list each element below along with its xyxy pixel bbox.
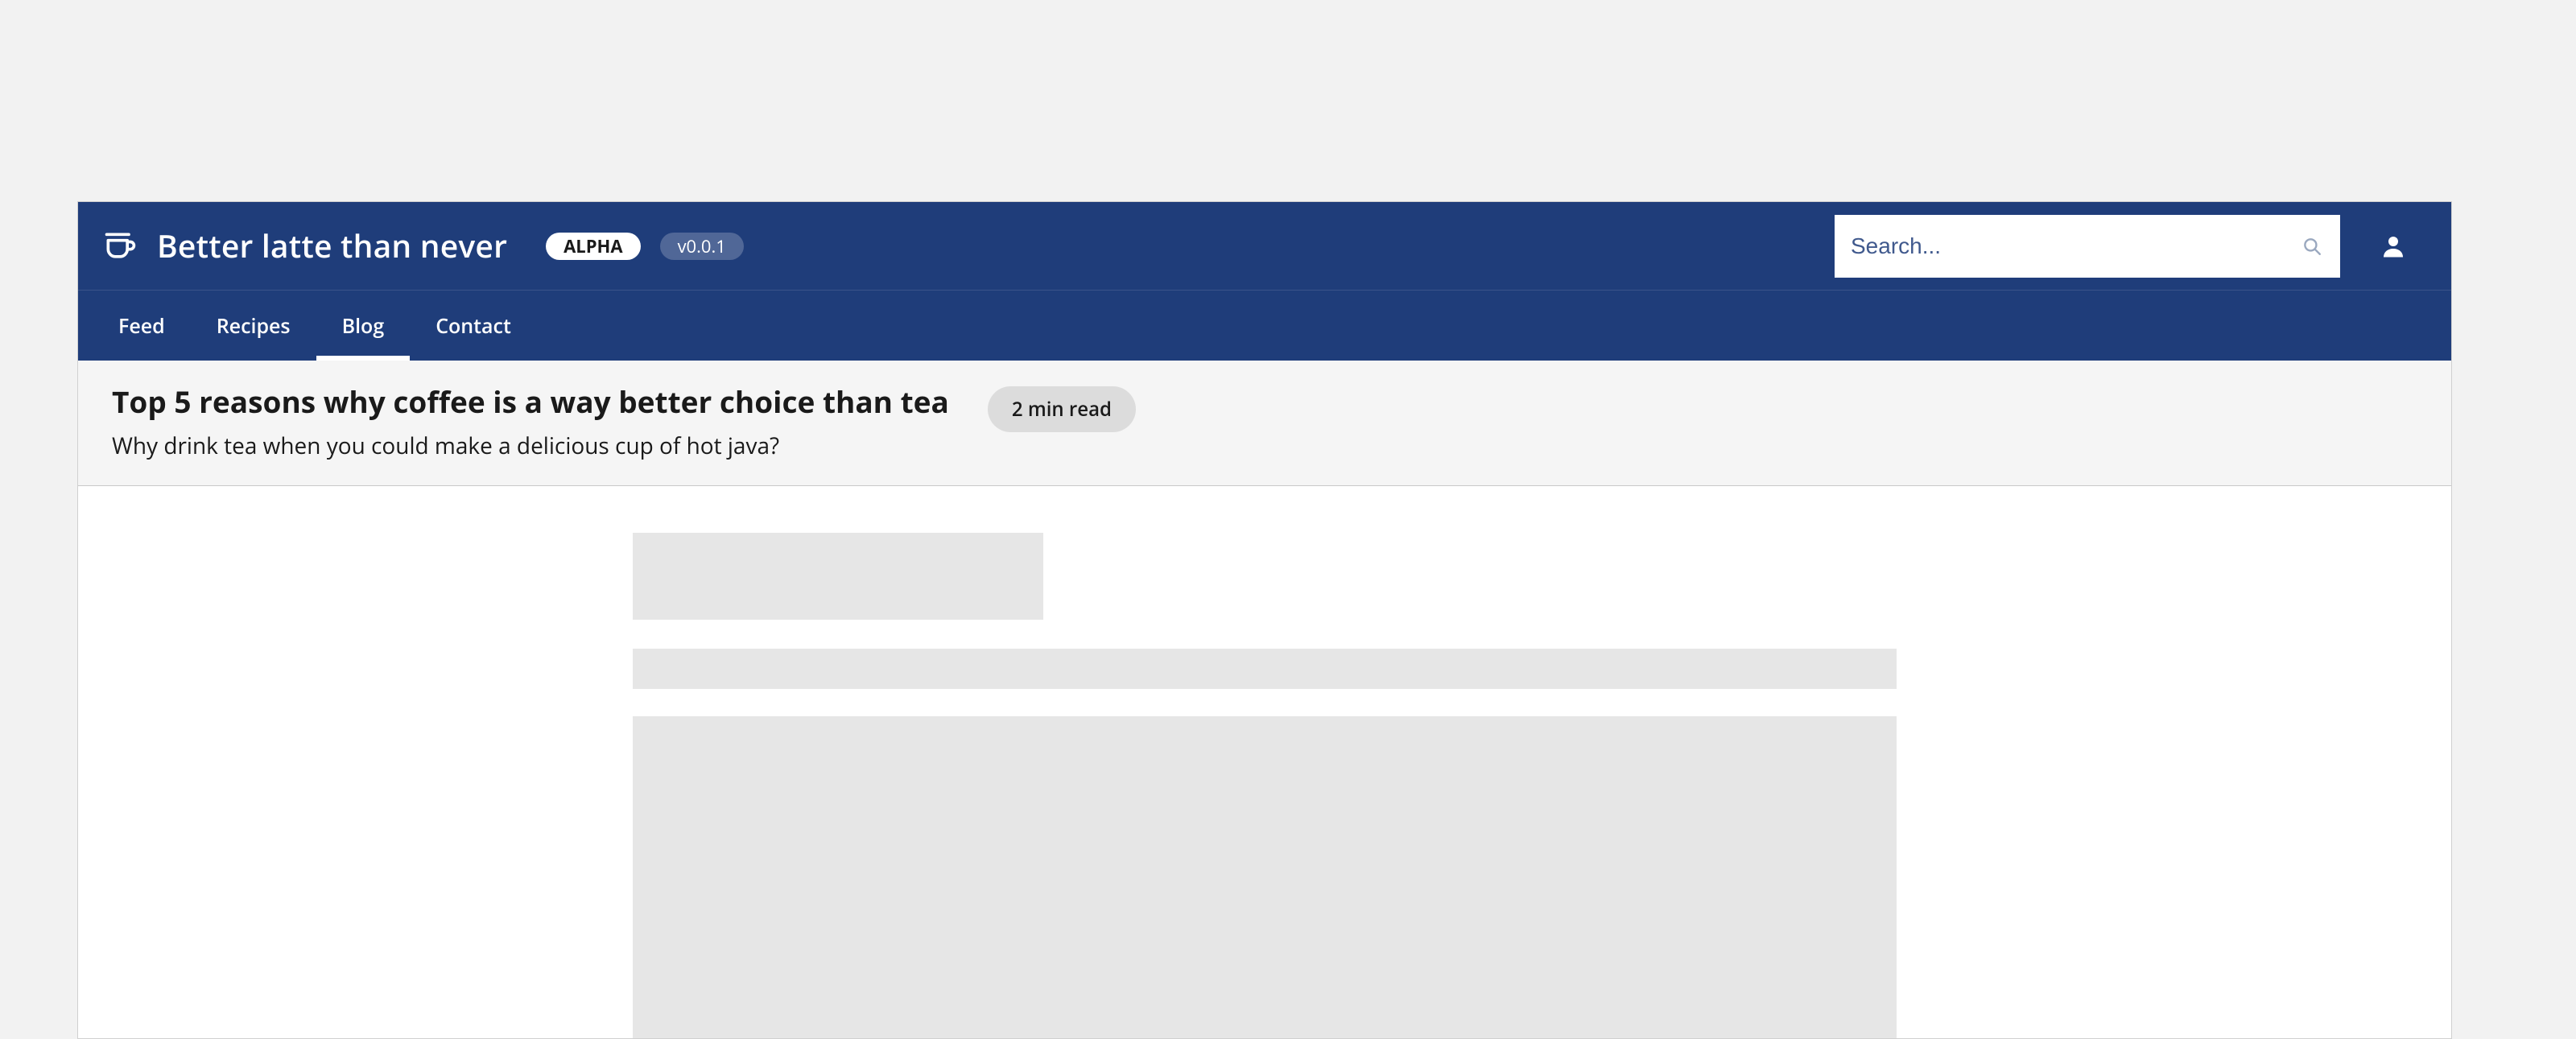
nav-blog[interactable]: Blog xyxy=(316,291,411,361)
nav-recipes[interactable]: Recipes xyxy=(191,291,316,361)
page-header-text: Top 5 reasons why coffee is a way better… xyxy=(112,383,949,461)
version-badge: v0.0.1 xyxy=(660,233,744,260)
user-menu-button[interactable] xyxy=(2359,212,2427,280)
page-header: Top 5 reasons why coffee is a way better… xyxy=(78,361,2451,486)
top-bar: Better latte than never ALPHA v0.0.1 xyxy=(78,202,2451,290)
nav-contact[interactable]: Contact xyxy=(410,291,537,361)
nav-feed[interactable]: Feed xyxy=(93,291,191,361)
search-input[interactable] xyxy=(1835,215,2340,278)
alpha-badge: ALPHA xyxy=(546,233,640,260)
search-field-wrap xyxy=(1835,215,2340,278)
page-subtitle: Why drink tea when you could make a deli… xyxy=(112,431,949,460)
user-icon xyxy=(2379,232,2408,261)
site-title: Better latte than never xyxy=(157,225,507,267)
skeleton-heading xyxy=(633,533,1043,620)
skeleton-line xyxy=(633,649,1897,689)
page-title: Top 5 reasons why coffee is a way better… xyxy=(112,383,949,420)
skeleton-block xyxy=(633,716,1897,1038)
coffee-cup-icon xyxy=(102,229,138,264)
read-time-chip: 2 min read xyxy=(988,386,1136,432)
article-skeleton xyxy=(633,533,1897,1038)
content-area xyxy=(78,486,2451,1038)
nav-bar: Feed Recipes Blog Contact xyxy=(78,290,2451,361)
app-container: Better latte than never ALPHA v0.0.1 xyxy=(77,201,2452,1039)
brand-group: Better latte than never xyxy=(102,225,507,267)
